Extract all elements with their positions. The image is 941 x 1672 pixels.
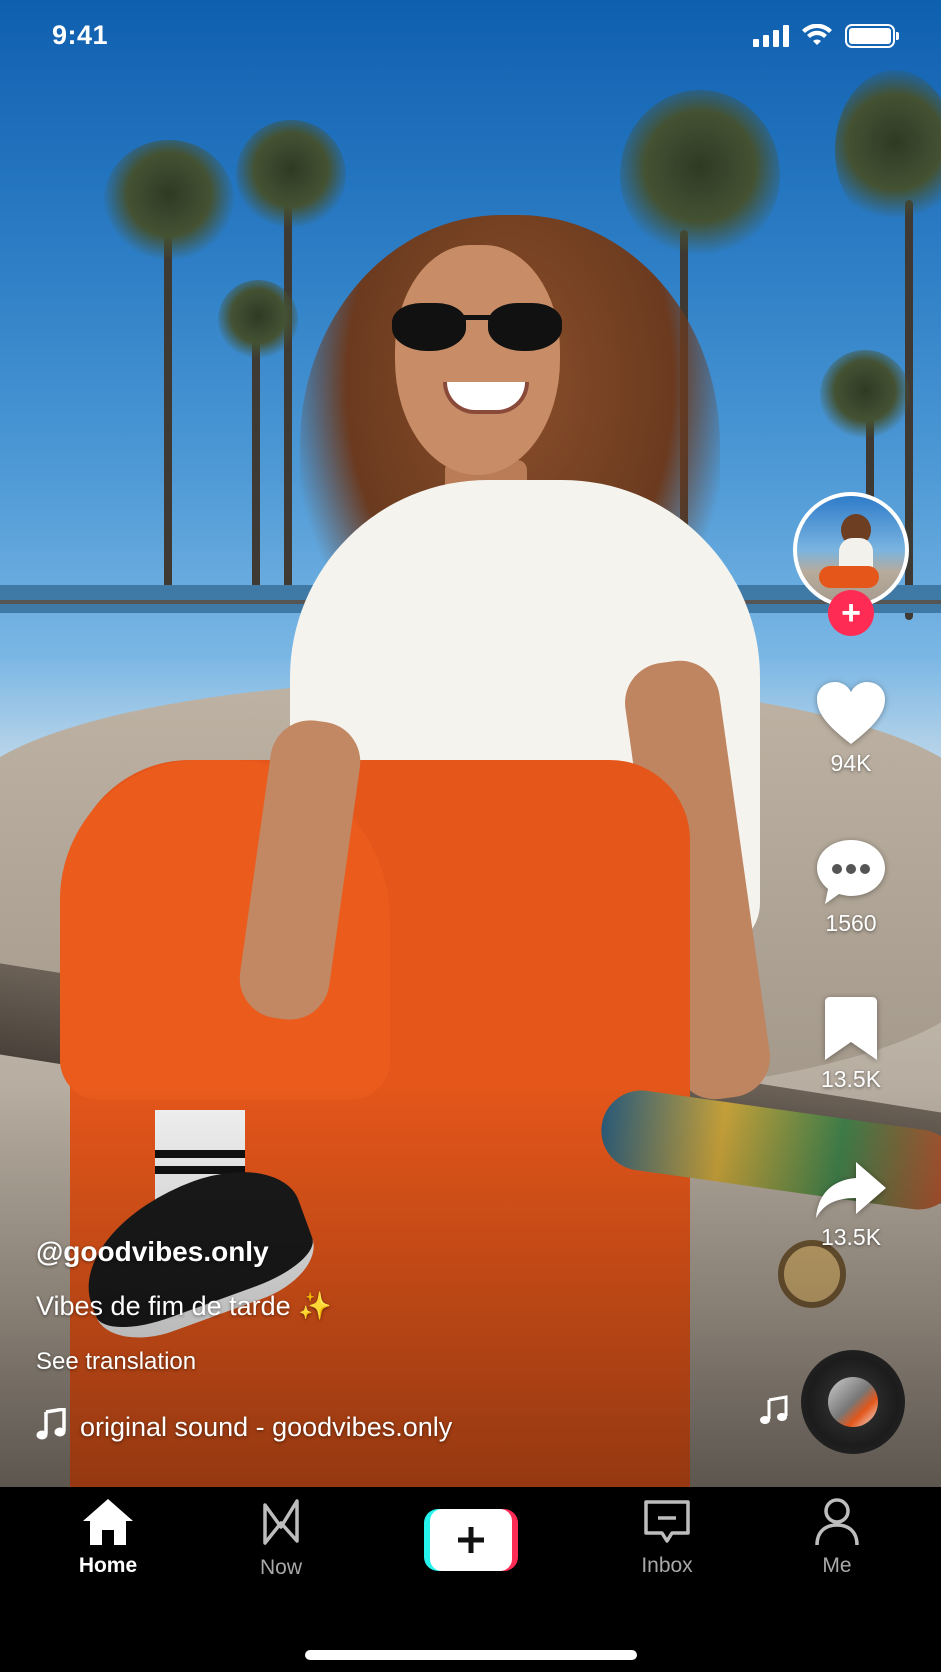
palm-tree [284, 200, 292, 600]
nav-inbox-label: Inbox [641, 1554, 693, 1577]
comment-count: 1560 [825, 910, 877, 936]
home-icon [81, 1497, 135, 1552]
sound-link[interactable]: original sound - goodvibes.only [36, 1406, 453, 1447]
home-indicator[interactable] [305, 1650, 637, 1660]
palm-tree [820, 350, 910, 440]
see-translation-link[interactable]: See translation [36, 1348, 696, 1376]
status-icons [753, 24, 899, 48]
nav-home[interactable]: Home [38, 1497, 178, 1578]
like-count: 94K [830, 750, 872, 776]
profile-icon [814, 1497, 860, 1552]
save-count: 13.5K [820, 1066, 882, 1092]
palm-tree [620, 90, 780, 260]
video-description: Vibes de fim de tarde ✨ [36, 1291, 332, 1321]
battery-icon [845, 24, 899, 48]
feed-screen: 9:41 + 94K 1560 13.5K 13.5K @goodvibes.o… [0, 0, 941, 1672]
sunglasses [392, 303, 564, 351]
nav-inbox[interactable]: Inbox [597, 1497, 737, 1578]
create-button[interactable] [424, 1509, 518, 1571]
follow-button[interactable]: + [828, 590, 874, 636]
nav-home-label: Home [78, 1554, 138, 1577]
creator-avatar[interactable]: + [793, 492, 909, 636]
inbox-icon [642, 1497, 692, 1552]
wifi-icon [802, 24, 832, 45]
nav-now-label: Now [259, 1556, 302, 1579]
sound-disc-cover [828, 1377, 878, 1427]
sound-disc[interactable] [801, 1350, 905, 1454]
palm-tree [104, 140, 234, 260]
music-note-icon [36, 1406, 68, 1447]
palm-tree [835, 70, 941, 230]
nav-now[interactable]: Now [211, 1497, 351, 1580]
sound-name: original sound - goodvibes.only [80, 1412, 453, 1442]
creator-username[interactable]: @goodvibes.only [36, 1236, 696, 1268]
like-button[interactable]: 94K [810, 680, 892, 777]
heart-icon [815, 680, 887, 746]
plus-icon [430, 1509, 512, 1571]
comment-icon [815, 838, 887, 906]
nav-me[interactable]: Me [767, 1497, 907, 1578]
person-face [395, 245, 560, 475]
comment-button[interactable]: 1560 [810, 838, 892, 937]
bookmark-icon [821, 996, 881, 1062]
now-icon [259, 1497, 303, 1554]
share-arrow-icon [814, 1160, 888, 1220]
palm-tree [164, 230, 172, 600]
palm-tree [236, 120, 346, 230]
floating-music-note-icon [758, 1394, 790, 1431]
status-time: 9:41 [52, 20, 109, 50]
bottom-nav: Home Now Inbox Me [0, 1487, 941, 1672]
palm-tree [252, 330, 260, 600]
nav-me-label: Me [822, 1554, 852, 1577]
share-button[interactable]: 13.5K [810, 1160, 892, 1251]
save-button[interactable]: 13.5K [810, 996, 892, 1093]
palm-tree [218, 280, 298, 360]
cellular-signal-icon [753, 25, 789, 47]
share-count: 13.5K [820, 1224, 882, 1250]
